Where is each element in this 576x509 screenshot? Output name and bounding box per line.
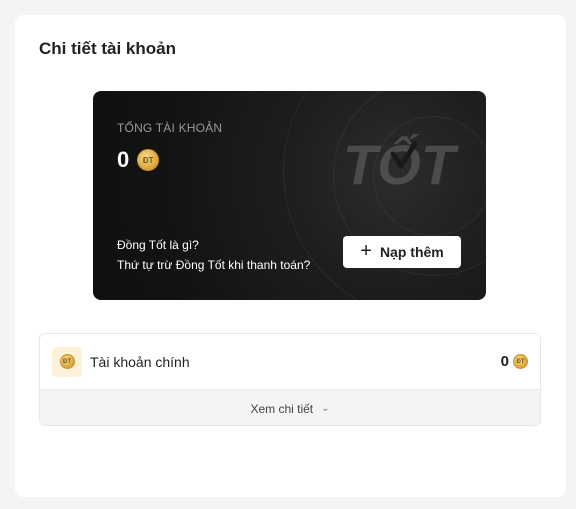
- total-balance-heading: TỔNG TÀI KHOẢN: [117, 121, 223, 135]
- chevron-down-icon: ⌄: [321, 403, 330, 414]
- account-label: Tài khoản chính: [90, 353, 190, 370]
- account-list: ĐT Tài khoản chính 0 ĐT Xem chi tiết ⌄: [39, 333, 541, 426]
- brand-logo-watermark: TỐT: [343, 133, 460, 196]
- account-balance: 0 ĐT: [501, 353, 528, 370]
- coin-icon: ĐT: [59, 354, 75, 369]
- coin-icon: ĐT: [513, 354, 528, 369]
- view-details-label: Xem chi tiết: [250, 401, 314, 416]
- topup-label: Nạp thêm: [379, 244, 444, 260]
- account-balance-value: 0: [500, 353, 509, 370]
- total-balance: 0 ĐT: [117, 147, 160, 173]
- total-balance-value: 0: [117, 147, 130, 172]
- card-help-links: Đồng Tốt là gì? Thứ tự trừ Đồng Tốt khi …: [117, 235, 310, 275]
- coin-icon: ĐT: [137, 149, 160, 171]
- balance-card: TỔNG TÀI KHOẢN 0 ĐT TỐT Đồng Tốt là gì? …: [93, 91, 486, 300]
- page-title: Chi tiết tài khoản: [39, 39, 176, 58]
- view-details-button[interactable]: Xem chi tiết ⌄: [40, 389, 540, 425]
- account-icon: ĐT: [52, 346, 82, 377]
- account-details-panel: Chi tiết tài khoản TỔNG TÀI KHOẢN 0 ĐT T…: [15, 15, 566, 497]
- plus-icon: +: [360, 240, 372, 262]
- list-item: ĐT Tài khoản chính 0 ĐT: [40, 334, 540, 389]
- topup-button[interactable]: + Nạp thêm: [343, 236, 461, 268]
- what-is-dong-tot-link[interactable]: Đồng Tốt là gì?: [117, 235, 310, 255]
- deduction-order-link[interactable]: Thứ tự trừ Đồng Tốt khi thanh toán?: [117, 255, 310, 275]
